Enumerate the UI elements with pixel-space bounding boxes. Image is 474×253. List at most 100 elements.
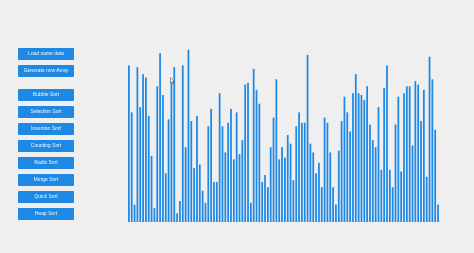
array-bar [150, 155, 153, 222]
array-bar [227, 122, 230, 222]
array-bar [136, 67, 139, 222]
array-bar [414, 81, 417, 222]
array-bar [292, 180, 295, 222]
array-bar [133, 204, 136, 222]
array-bar [218, 93, 221, 222]
array-bar [417, 84, 420, 222]
array-bar [335, 204, 337, 222]
array-bar [326, 122, 329, 222]
array-bar [272, 117, 275, 222]
array-bar [201, 190, 204, 222]
array-bar [340, 121, 343, 222]
array-bar [363, 100, 366, 222]
array-bar [343, 96, 346, 222]
insertion-sort-button[interactable]: Insertion Sort [18, 123, 74, 135]
array-bar [289, 143, 292, 222]
control-panel: Load same data Generate new Array Bubble… [18, 48, 74, 220]
array-bar [332, 187, 334, 222]
array-bar [275, 79, 278, 222]
array-bar [346, 112, 349, 222]
array-bar [238, 154, 241, 222]
array-bar [388, 169, 391, 222]
array-bar [207, 126, 210, 222]
array-bar [437, 204, 439, 222]
array-bar [249, 202, 252, 222]
array-bar [147, 115, 150, 222]
array-bar [244, 84, 247, 222]
array-bar [320, 187, 323, 222]
array-bar [230, 108, 232, 222]
array-bar [213, 181, 215, 222]
array-bar [153, 208, 156, 222]
array-bar [162, 94, 164, 222]
array-bar [366, 86, 369, 222]
array-bar [403, 93, 405, 222]
array-bar [187, 49, 190, 222]
array-bar [264, 175, 266, 222]
array-bar [142, 74, 144, 222]
array-bar [145, 77, 147, 222]
array-bar [312, 152, 315, 222]
array-bar [176, 213, 178, 222]
array-bar [261, 181, 264, 222]
array-bar [130, 112, 133, 222]
array-bar [190, 121, 193, 222]
bubble-sort-button[interactable]: Bubble Sort [18, 89, 74, 101]
array-bar [281, 147, 283, 222]
array-bar [400, 171, 403, 222]
array-bar [405, 86, 408, 222]
array-bar [425, 176, 428, 222]
array-bar [196, 115, 198, 222]
array-bar [298, 112, 300, 222]
counting-sort-button[interactable]: Counting Sort [18, 140, 74, 152]
array-bar [371, 140, 374, 222]
selection-sort-button[interactable]: Selection Sort [18, 106, 74, 118]
array-bar [247, 82, 249, 222]
quick-sort-button[interactable]: Quick Sort [18, 191, 74, 203]
array-bar [232, 159, 235, 222]
array-bar [377, 107, 380, 222]
radix-sort-button[interactable]: Radix Sort [18, 157, 74, 169]
array-bar [408, 86, 411, 222]
array-bar [156, 86, 159, 222]
array-bar [224, 152, 227, 222]
generate-new-array-button[interactable]: Generate new Array [18, 65, 74, 77]
array-bar [255, 89, 258, 222]
array-bar [295, 126, 298, 222]
merge-sort-button[interactable]: Merge Sort [18, 174, 74, 186]
array-bar [241, 140, 244, 222]
array-bar [286, 135, 289, 222]
array-bar [354, 74, 357, 222]
array-bar [431, 79, 434, 222]
array-bar [128, 65, 130, 222]
array-bar [181, 65, 184, 222]
array-bar [269, 147, 272, 222]
array-bar [386, 65, 388, 222]
array-bar [374, 147, 377, 222]
array-bar [198, 164, 201, 222]
array-bar [352, 93, 354, 222]
array-bar [357, 93, 360, 222]
array-bar [397, 96, 400, 222]
array-bars-chart [128, 49, 439, 222]
array-bar [235, 112, 238, 222]
array-bar [210, 108, 213, 222]
load-same-data-button[interactable]: Load same data [18, 48, 74, 60]
array-bar [179, 201, 181, 222]
array-bars-area [128, 40, 440, 222]
array-bar [184, 147, 187, 222]
array-bar [167, 119, 170, 222]
array-bar [380, 169, 383, 222]
array-bar [284, 157, 286, 222]
array-bar [221, 126, 224, 222]
array-bar [411, 145, 414, 222]
array-bar [164, 173, 167, 222]
array-bar [349, 131, 351, 222]
array-bar [383, 88, 386, 222]
array-bar [420, 121, 422, 222]
array-bar [434, 129, 437, 222]
array-bar [369, 124, 371, 222]
array-bar [394, 124, 397, 222]
array-bar [170, 82, 173, 222]
heap-sort-button[interactable]: Heap Sort [18, 208, 74, 220]
